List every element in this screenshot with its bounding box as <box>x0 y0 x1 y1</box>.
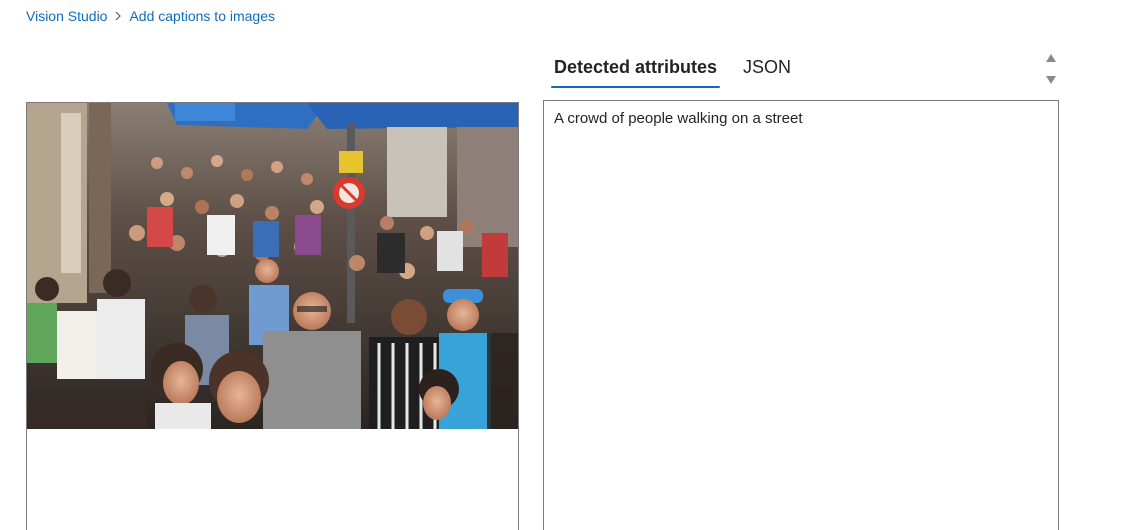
tab-json[interactable]: JSON <box>743 52 791 88</box>
detected-attributes-panel: A crowd of people walking on a street <box>543 100 1059 530</box>
triangle-down-icon[interactable] <box>1045 72 1057 84</box>
result-tabs: Detected attributes JSON <box>551 52 791 90</box>
selected-tab-indicator <box>551 86 721 88</box>
tab-detected-attributes-label: Detected attributes <box>554 57 718 77</box>
breadcrumb-vision-studio-link[interactable]: Vision Studio <box>26 8 107 24</box>
image-preview-panel <box>26 102 519 530</box>
tab-detected-attributes[interactable]: Detected attributes <box>551 52 721 88</box>
chevron-right-icon <box>107 6 129 26</box>
tab-json-label: JSON <box>743 57 792 77</box>
breadcrumb: Vision Studio Add captions to images <box>26 6 275 26</box>
triangle-up-icon[interactable] <box>1045 50 1057 62</box>
breadcrumb-add-captions-link[interactable]: Add captions to images <box>129 8 275 24</box>
crowd-street-photo <box>27 103 518 429</box>
caption-result-text: A crowd of people walking on a street <box>554 110 803 127</box>
